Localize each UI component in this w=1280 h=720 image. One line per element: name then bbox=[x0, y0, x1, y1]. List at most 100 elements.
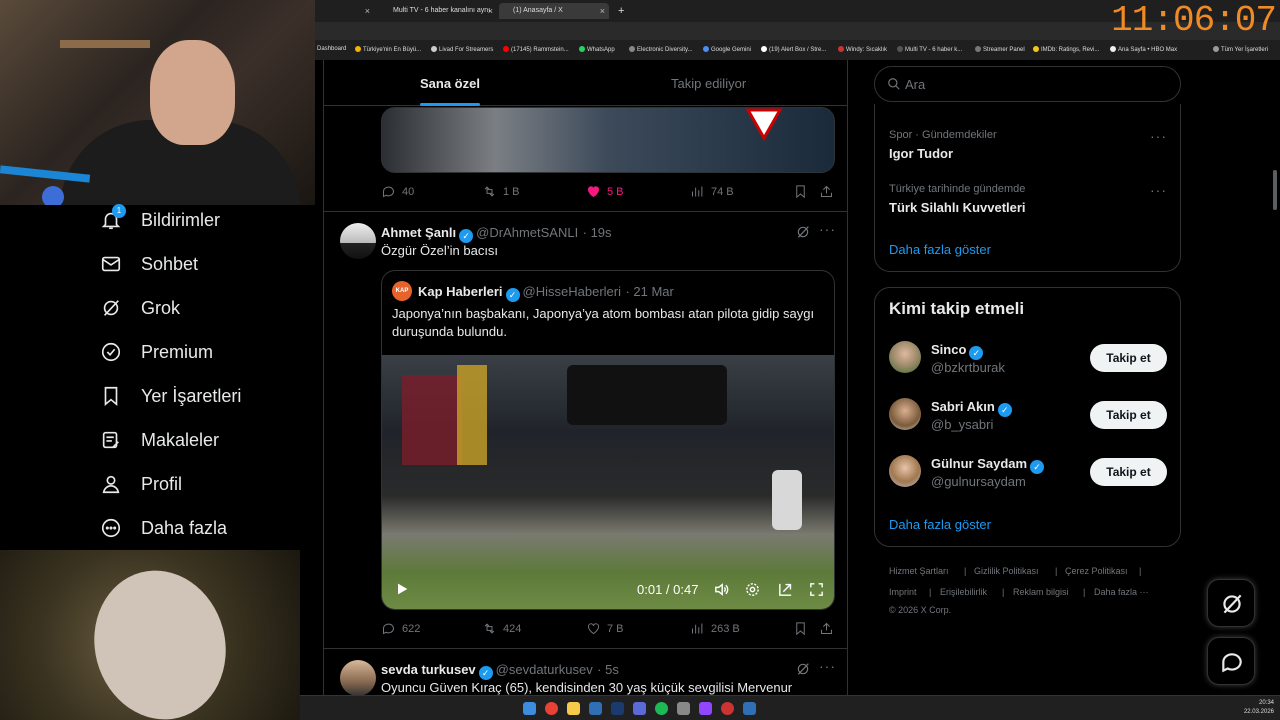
user-name[interactable]: Sinco ✓ bbox=[931, 342, 986, 360]
nav-messages[interactable]: Sohbet bbox=[100, 250, 198, 278]
steam-icon[interactable] bbox=[611, 702, 624, 715]
chrome-icon[interactable] bbox=[545, 702, 558, 715]
follow-button[interactable]: Takip et bbox=[1090, 458, 1167, 486]
scrollbar-thumb[interactable] bbox=[1273, 170, 1277, 210]
fullscreen-icon[interactable] bbox=[808, 581, 825, 598]
author-name[interactable]: Ahmet Şanlı bbox=[381, 225, 456, 240]
reply-button[interactable]: 40 bbox=[381, 184, 414, 199]
tweet-media[interactable] bbox=[381, 107, 835, 173]
bookmark[interactable]: Tüm Yer İşaretleri bbox=[1213, 46, 1268, 53]
new-tab-button[interactable]: + bbox=[618, 3, 630, 19]
bookmark[interactable]: Streamer Panel bbox=[975, 46, 1025, 53]
bookmark[interactable]: (19) Alert Box / Stre... bbox=[761, 46, 826, 53]
bookmark[interactable]: Livad For Streamers bbox=[431, 46, 493, 53]
follow-button[interactable]: Takip et bbox=[1090, 401, 1167, 429]
nav-bookmarks[interactable]: Yer İşaretleri bbox=[100, 382, 241, 410]
author-handle[interactable]: @DrAhmetSANLI bbox=[476, 225, 578, 240]
bookmark-button[interactable] bbox=[793, 621, 814, 636]
like-button-liked[interactable]: 5 B bbox=[586, 184, 624, 199]
footer-link[interactable]: Reklam bilgisi bbox=[1013, 587, 1069, 597]
quote-tweet[interactable]: KAP Kap Haberleri ✓ @HisseHaberleri · 21 M… bbox=[381, 270, 835, 610]
system-clock[interactable]: 20:34 22.03.2026 bbox=[1244, 699, 1274, 717]
user-name[interactable]: Gülnur Saydam ✓ bbox=[931, 456, 1047, 474]
reply-button[interactable]: 622 bbox=[381, 621, 420, 636]
app-icon[interactable] bbox=[677, 702, 690, 715]
bookmark[interactable]: (17145) Rammstein... bbox=[503, 46, 569, 53]
avatar[interactable] bbox=[889, 398, 921, 430]
tab-for-you[interactable]: Sana özel bbox=[420, 76, 480, 91]
messages-fab-button[interactable] bbox=[1207, 637, 1255, 685]
close-tab-icon[interactable]: × bbox=[600, 3, 605, 19]
author-handle[interactable]: @sevdaturkusev bbox=[496, 662, 593, 677]
grok-icon[interactable] bbox=[795, 224, 811, 240]
obs-icon[interactable] bbox=[721, 702, 734, 715]
trend-name[interactable]: Igor Tudor bbox=[889, 146, 953, 161]
bookmark[interactable]: Multi TV - 6 haber k... bbox=[897, 46, 962, 53]
like-button[interactable]: 7 B bbox=[586, 621, 624, 636]
more-options-icon[interactable]: ··· bbox=[819, 658, 836, 674]
bookmark[interactable]: Google Gemini bbox=[703, 46, 751, 53]
volume-icon[interactable] bbox=[713, 581, 730, 598]
bookmark[interactable]: IMDb: Ratings, Revi... bbox=[1033, 46, 1099, 53]
picture-in-picture-icon[interactable] bbox=[777, 581, 794, 598]
browser-tab-active[interactable]: (1) Anasayfa / X × bbox=[499, 3, 609, 19]
show-more-link[interactable]: Daha fazla göster bbox=[889, 517, 991, 532]
nav-profile[interactable]: Profil bbox=[100, 470, 182, 498]
avatar[interactable] bbox=[340, 223, 376, 259]
search-box[interactable] bbox=[874, 66, 1181, 102]
footer-link[interactable]: Gizlilik Politikası bbox=[974, 566, 1039, 576]
trend-name[interactable]: Türk Silahlı Kuvvetleri bbox=[889, 200, 1026, 215]
footer-link[interactable]: Daha fazla ··· bbox=[1094, 587, 1149, 597]
retweet-button[interactable]: 1 B bbox=[482, 184, 520, 199]
footer-link[interactable]: Imprint bbox=[889, 587, 917, 597]
bookmark[interactable]: Dashboard bbox=[317, 46, 346, 52]
play-icon[interactable] bbox=[394, 581, 410, 597]
search-input[interactable] bbox=[905, 74, 1155, 94]
bookmark[interactable]: WhatsApp bbox=[579, 46, 615, 53]
share-button[interactable] bbox=[819, 621, 840, 636]
grok-icon[interactable] bbox=[795, 661, 811, 677]
bookmark[interactable]: Türkiye'nin En Büyü... bbox=[355, 46, 421, 53]
show-more-link[interactable]: Daha fazla göster bbox=[889, 242, 991, 257]
twitch-icon[interactable] bbox=[699, 702, 712, 715]
user-name[interactable]: Sabri Akın ✓ bbox=[931, 399, 1015, 417]
folder-icon[interactable] bbox=[567, 702, 580, 715]
share-button[interactable] bbox=[819, 184, 840, 199]
nav-articles[interactable]: Makaleler bbox=[100, 426, 219, 454]
footer-link[interactable]: Çerez Politikası bbox=[1065, 566, 1128, 576]
footer-link[interactable]: Erişilebilirlik bbox=[940, 587, 987, 597]
browser-tab[interactable]: × bbox=[315, 3, 370, 19]
settings-gear-icon[interactable] bbox=[744, 581, 761, 598]
more-options-icon[interactable]: ··· bbox=[1150, 182, 1167, 198]
video-player[interactable]: 0:01 / 0:47 bbox=[382, 355, 834, 609]
views-button[interactable]: 263 B bbox=[690, 621, 740, 636]
author-name[interactable]: sevda turkusev bbox=[381, 662, 476, 677]
bookmark[interactable]: Windy: Sıcaklık bbox=[838, 46, 887, 53]
discord-icon[interactable] bbox=[633, 702, 646, 715]
footer-link[interactable]: Hizmet Şartları bbox=[889, 566, 949, 576]
app-icon[interactable] bbox=[743, 702, 756, 715]
avatar[interactable] bbox=[340, 660, 376, 696]
close-tab-icon[interactable]: × bbox=[365, 3, 370, 19]
app-icon[interactable] bbox=[589, 702, 602, 715]
bookmark[interactable]: Electronic Diversity... bbox=[629, 46, 693, 53]
avatar[interactable] bbox=[889, 455, 921, 487]
retweet-button[interactable]: 424 bbox=[482, 621, 521, 636]
nav-more[interactable]: Daha fazla bbox=[100, 514, 227, 542]
nav-grok[interactable]: Grok bbox=[100, 294, 180, 322]
nav-premium[interactable]: Premium bbox=[100, 338, 213, 366]
close-tab-icon[interactable]: × bbox=[488, 3, 493, 19]
tweet-time[interactable]: · 19s bbox=[583, 225, 612, 240]
browser-tab[interactable]: Multi TV - 6 haber kanalını aynı × bbox=[393, 3, 493, 19]
bookmark[interactable]: Ana Sayfa • HBO Max bbox=[1110, 46, 1177, 53]
spotify-icon[interactable] bbox=[655, 702, 668, 715]
avatar[interactable] bbox=[889, 341, 921, 373]
tab-following[interactable]: Takip ediliyor bbox=[671, 76, 746, 91]
tweet-time[interactable]: · 5s bbox=[597, 662, 619, 677]
windows-start-icon[interactable] bbox=[523, 702, 536, 715]
follow-button[interactable]: Takip et bbox=[1090, 344, 1167, 372]
views-button[interactable]: 74 B bbox=[690, 184, 734, 199]
more-options-icon[interactable]: ··· bbox=[819, 221, 836, 237]
grok-fab-button[interactable] bbox=[1207, 579, 1255, 627]
bookmark-button[interactable] bbox=[793, 184, 814, 199]
